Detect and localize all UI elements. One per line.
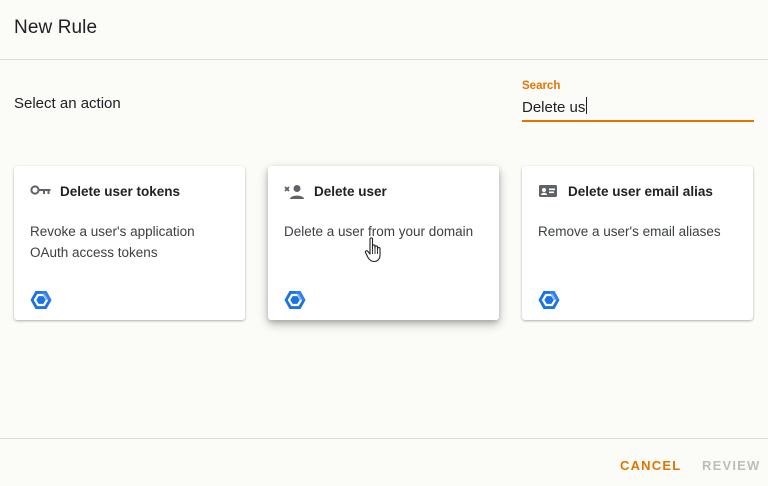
action-card-delete-user-tokens[interactable]: Delete user tokens Revoke a user's appli…: [14, 166, 245, 320]
key-icon: [30, 185, 51, 195]
card-description: Delete a user from your domain: [284, 221, 489, 242]
card-title: Delete user email alias: [568, 184, 713, 199]
dialog-footer: CANCEL REVIEW: [0, 438, 768, 486]
cancel-button[interactable]: CANCEL: [620, 458, 681, 473]
dialog-title: New Rule: [14, 17, 98, 38]
card-description-line: OAuth access tokens: [30, 245, 158, 260]
search-field[interactable]: Search: [522, 79, 754, 122]
card-title: Delete user tokens: [60, 184, 181, 199]
google-cloud-hexagon-icon: [284, 291, 306, 309]
new-rule-dialog: New Rule Select an action Search Delete …: [0, 0, 768, 486]
action-card-delete-user-email-alias[interactable]: Delete user email alias Remove a user's …: [522, 166, 753, 320]
person-remove-icon: [284, 185, 304, 199]
card-title: Delete user: [314, 184, 387, 199]
search-label: Search: [522, 80, 561, 92]
card-description: Revoke a user's application OAuth access…: [30, 221, 235, 263]
google-cloud-hexagon-icon: [30, 291, 52, 309]
card-description-line: Revoke a user's application: [30, 224, 195, 239]
search-input[interactable]: [522, 96, 754, 118]
google-cloud-hexagon-icon: [538, 291, 560, 309]
text-caret: [586, 97, 587, 114]
card-description: Remove a user's email aliases: [538, 221, 743, 242]
action-card-delete-user[interactable]: Delete user Delete a user from your doma…: [268, 166, 499, 320]
review-button[interactable]: REVIEW: [702, 458, 760, 473]
dialog-header: New Rule: [0, 0, 768, 60]
card-description-line: Delete a user from your domain: [284, 224, 474, 239]
contact-card-icon: [539, 185, 557, 197]
card-description-line: Remove a user's email aliases: [538, 224, 721, 239]
select-action-label: Select an action: [14, 95, 121, 112]
